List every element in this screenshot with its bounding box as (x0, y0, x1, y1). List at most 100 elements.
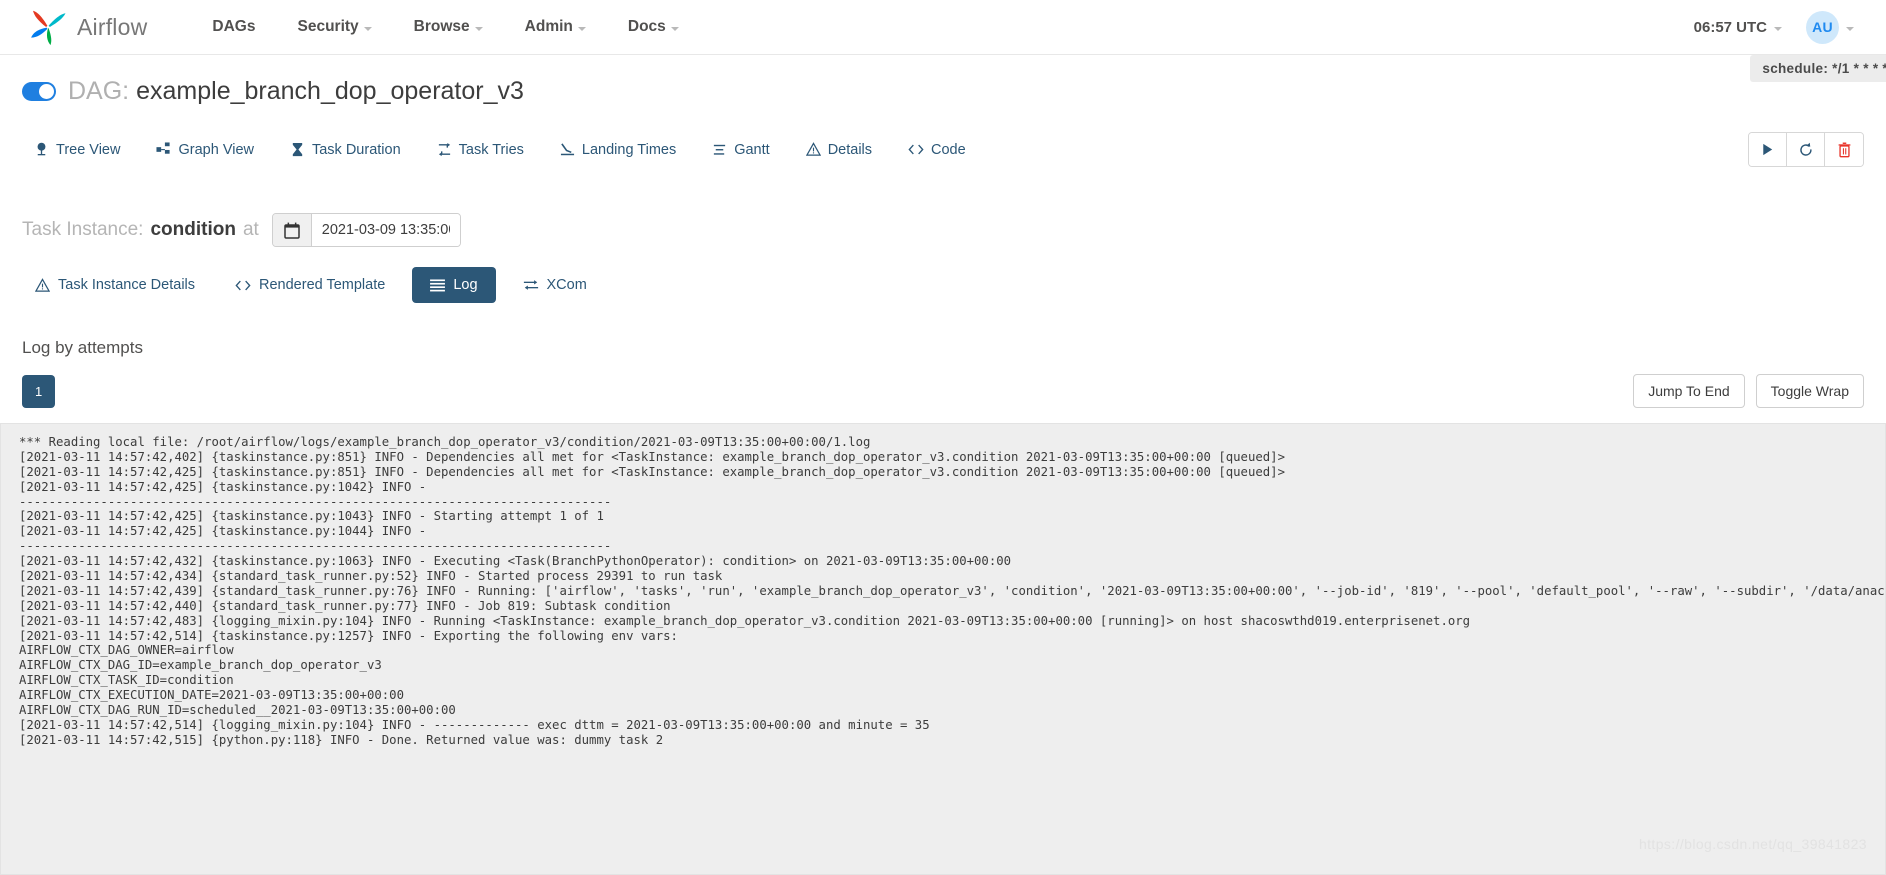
nav-item-label: DAGs (212, 18, 256, 35)
utc-clock-label: 06:57 UTC (1693, 18, 1767, 36)
tab-tree-view[interactable]: Tree View (22, 134, 132, 166)
log-line: [2021-03-11 14:57:42,402] {taskinstance.… (19, 449, 1285, 464)
task-instance-prefix: Task Instance: (22, 219, 144, 240)
nav-item-admin[interactable]: Admin (504, 10, 607, 44)
log-line: [2021-03-11 14:57:42,425] {taskinstance.… (19, 524, 434, 539)
log-line: [2021-03-11 14:57:42,440] {standard_task… (19, 598, 671, 613)
avatar: AU (1806, 10, 1839, 44)
tab-task-instance-details[interactable]: Task Instance Details (22, 268, 208, 302)
tab-xcom[interactable]: XCom (510, 268, 600, 302)
dag-header: DAG: example_branch_dop_operator_v3 sche… (0, 55, 1886, 106)
calendar-button[interactable] (272, 214, 312, 246)
schedule-badge: schedule: */1 * * * * (1750, 55, 1886, 82)
tab-label: Task Duration (311, 141, 401, 158)
jump-to-end-button[interactable]: Jump To End (1633, 374, 1745, 408)
tab-landing-times[interactable]: Landing Times (548, 134, 688, 166)
log-line: [2021-03-11 14:57:42,515] {python.py:118… (19, 732, 664, 747)
attempt-button-1[interactable]: 1 (22, 374, 56, 408)
nav-item-label: Browse (413, 18, 470, 35)
log-attempts-row: 1 Jump To End Toggle Wrap (0, 374, 1886, 408)
trash-icon (1838, 142, 1850, 157)
execution-date-input[interactable] (311, 214, 460, 246)
nav-item-docs[interactable]: Docs (607, 10, 700, 44)
log-line: [2021-03-11 14:57:42,483] {logging_mixin… (19, 613, 1471, 628)
toggle-wrap-button[interactable]: Toggle Wrap (1755, 374, 1864, 408)
tab-label: Code (931, 141, 966, 158)
log-line: *** Reading local file: /root/airflow/lo… (19, 435, 871, 449)
log-line: [2021-03-11 14:57:42,434] {standard_task… (19, 569, 723, 584)
chevron-down-icon (670, 26, 679, 31)
brand-text: Airflow (77, 13, 148, 40)
landing-icon (560, 143, 574, 156)
tab-label: Landing Times (581, 141, 677, 158)
chevron-down-icon (1774, 26, 1782, 31)
dag-view-tabs: Tree View Graph View Task Duration Task … (0, 132, 1886, 167)
user-menu[interactable]: AU (1796, 3, 1864, 52)
tab-label: Details (827, 141, 873, 158)
refresh-icon (1799, 142, 1812, 156)
code-icon (235, 280, 251, 290)
task-instance-sub-tabs: Task Instance Details Rendered Template … (0, 267, 1886, 303)
log-toolbar: Jump To End Toggle Wrap (1633, 374, 1864, 408)
task-instance-at: at (242, 219, 259, 240)
utc-clock[interactable]: 06:57 UTC (1680, 11, 1796, 44)
log-output-panel[interactable]: *** Reading local file: /root/airflow/lo… (0, 423, 1886, 875)
tab-label: Tree View (56, 141, 121, 158)
nav-item-security[interactable]: Security (277, 10, 393, 44)
gantt-icon (714, 144, 726, 155)
tab-label: Task Tries (458, 141, 524, 158)
log-line: AIRFLOW_CTX_DAG_OWNER=airflow (19, 643, 234, 658)
log-line: ----------------------------------------… (19, 494, 612, 509)
log-section-heading: Log by attempts (22, 338, 143, 357)
log-line: [2021-03-11 14:57:42,425] {taskinstance.… (19, 464, 1285, 479)
log-line: AIRFLOW_CTX_DAG_ID=example_branch_dop_op… (19, 658, 382, 673)
list-icon (430, 278, 446, 291)
log-line: [2021-03-11 14:57:42,432] {taskinstance.… (19, 554, 1012, 569)
chevron-down-icon (474, 26, 483, 31)
log-line: ----------------------------------------… (19, 539, 612, 554)
delete-dag-button[interactable] (1825, 133, 1863, 166)
warning-icon (805, 142, 821, 156)
nav-item-label: Docs (627, 18, 666, 35)
nav-item-label: Admin (524, 18, 573, 35)
nav-item-dags[interactable]: DAGs (191, 10, 276, 44)
refresh-button[interactable] (1787, 133, 1825, 166)
log-line: [2021-03-11 14:57:42,425] {taskinstance.… (19, 509, 604, 524)
dag-pause-toggle[interactable] (22, 82, 56, 101)
page-title: example_branch_dop_operator_v3 (136, 77, 524, 105)
tab-rendered-template[interactable]: Rendered Template (222, 268, 398, 302)
log-line: AIRFLOW_CTX_DAG_RUN_ID=scheduled__2021-0… (19, 703, 456, 718)
tab-log[interactable]: Log (412, 267, 496, 303)
sub-tab-label: Log (453, 277, 478, 293)
log-line: [2021-03-11 14:57:42,514] {logging_mixin… (19, 717, 930, 732)
tab-graph-view[interactable]: Graph View (144, 134, 266, 166)
play-icon (1763, 143, 1773, 156)
tab-gantt[interactable]: Gantt (700, 134, 781, 166)
tab-label: Graph View (178, 141, 254, 158)
airflow-brand[interactable]: Airflow (28, 7, 147, 47)
log-line: [2021-03-11 14:57:42,425] {taskinstance.… (19, 479, 434, 494)
chevron-down-icon (577, 26, 586, 31)
tree-icon (37, 142, 46, 156)
trigger-dag-button[interactable] (1749, 133, 1787, 166)
nav-item-label: Security (297, 18, 359, 35)
tab-task-tries[interactable]: Task Tries (425, 134, 536, 166)
graph-icon (156, 142, 171, 154)
dag-label: DAG: (68, 77, 130, 105)
airflow-logo-icon (31, 10, 66, 46)
exchange-icon (523, 280, 538, 290)
log-line: [2021-03-11 14:57:42,514] {taskinstance.… (19, 628, 678, 643)
nav-right: 06:57 UTC AU (1680, 3, 1864, 52)
task-instance-bar: Task Instance: condition at (0, 213, 1886, 247)
log-line: [2021-03-11 14:57:42,439] {standard_task… (19, 583, 1886, 598)
tab-details[interactable]: Details (794, 134, 884, 166)
chevron-down-icon (1846, 26, 1854, 31)
tab-task-duration[interactable]: Task Duration (278, 134, 413, 166)
tab-code[interactable]: Code (896, 134, 978, 166)
code-icon (908, 144, 924, 155)
watermark: https://blog.csdn.net/qq_39841823 (1638, 836, 1867, 852)
chevron-down-icon (363, 26, 372, 31)
nav-item-browse[interactable]: Browse (393, 10, 504, 44)
log-line: AIRFLOW_CTX_EXECUTION_DATE=2021-03-09T13… (19, 688, 404, 703)
top-navbar: Airflow DAGs Security Browse Admin Docs … (0, 0, 1886, 55)
